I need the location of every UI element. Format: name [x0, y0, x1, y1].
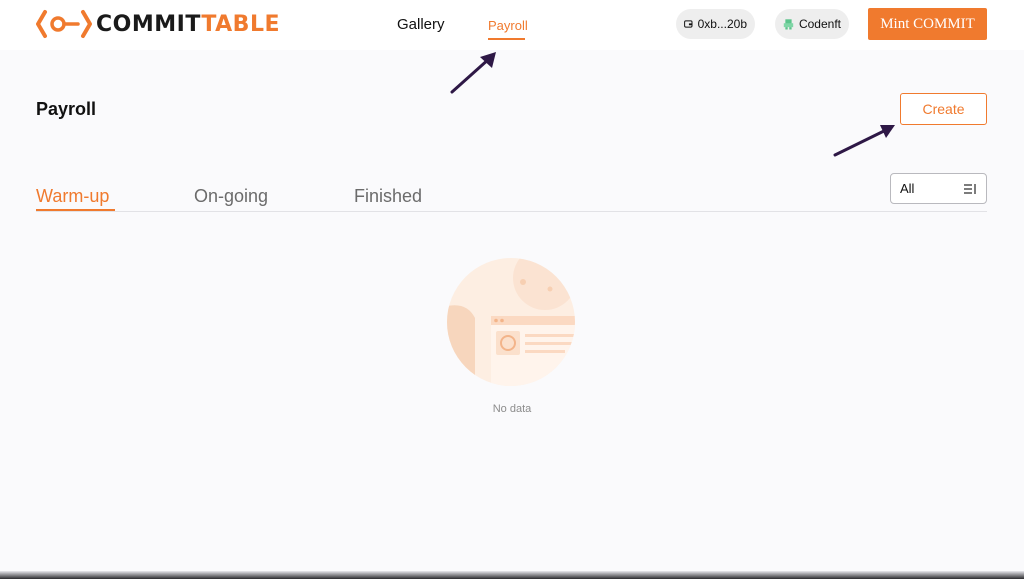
window-bottom-edge: [0, 571, 1024, 579]
mint-commit-button[interactable]: Mint COMMIT: [868, 8, 987, 40]
user-avatar-icon: [783, 19, 794, 30]
sort-icon: [964, 183, 976, 194]
wallet-address-button[interactable]: 0xb...20b: [676, 9, 755, 39]
logo-wordmark: COMMITTABLE: [96, 12, 280, 37]
logo-wordmark-prefix: COMMIT: [96, 11, 202, 37]
empty-state-text: No data: [492, 403, 532, 415]
logo-wordmark-suffix: TABLE: [201, 11, 280, 37]
create-button[interactable]: Create: [900, 93, 987, 125]
top-navbar: COMMITTABLE Gallery Payroll 0xb...20b Co…: [0, 0, 1024, 50]
nav-payroll[interactable]: Payroll: [488, 18, 528, 33]
user-name: Codenft: [798, 17, 841, 31]
wallet-address: 0xb...20b: [697, 17, 747, 31]
user-profile-button[interactable]: Codenft: [775, 9, 849, 39]
tab-finished[interactable]: Finished: [354, 186, 422, 207]
tab-warm-up[interactable]: Warm-up: [36, 186, 109, 207]
status-filter-select[interactable]: All: [890, 173, 987, 204]
annotation-arrow-payroll: [450, 52, 496, 94]
wallet-icon: [684, 20, 693, 28]
annotation-arrow-create: [833, 125, 895, 157]
filter-selected-value: All: [900, 181, 915, 196]
tab-divider: [36, 211, 987, 212]
nav-gallery[interactable]: Gallery: [397, 16, 445, 33]
page-title: Payroll: [36, 99, 97, 119]
committable-logo[interactable]: COMMITTABLE: [36, 9, 280, 39]
logo-icon: [36, 10, 92, 38]
nav-active-underline: [488, 38, 525, 40]
tab-on-going[interactable]: On-going: [194, 186, 268, 207]
empty-box-illustration: [447, 258, 575, 386]
